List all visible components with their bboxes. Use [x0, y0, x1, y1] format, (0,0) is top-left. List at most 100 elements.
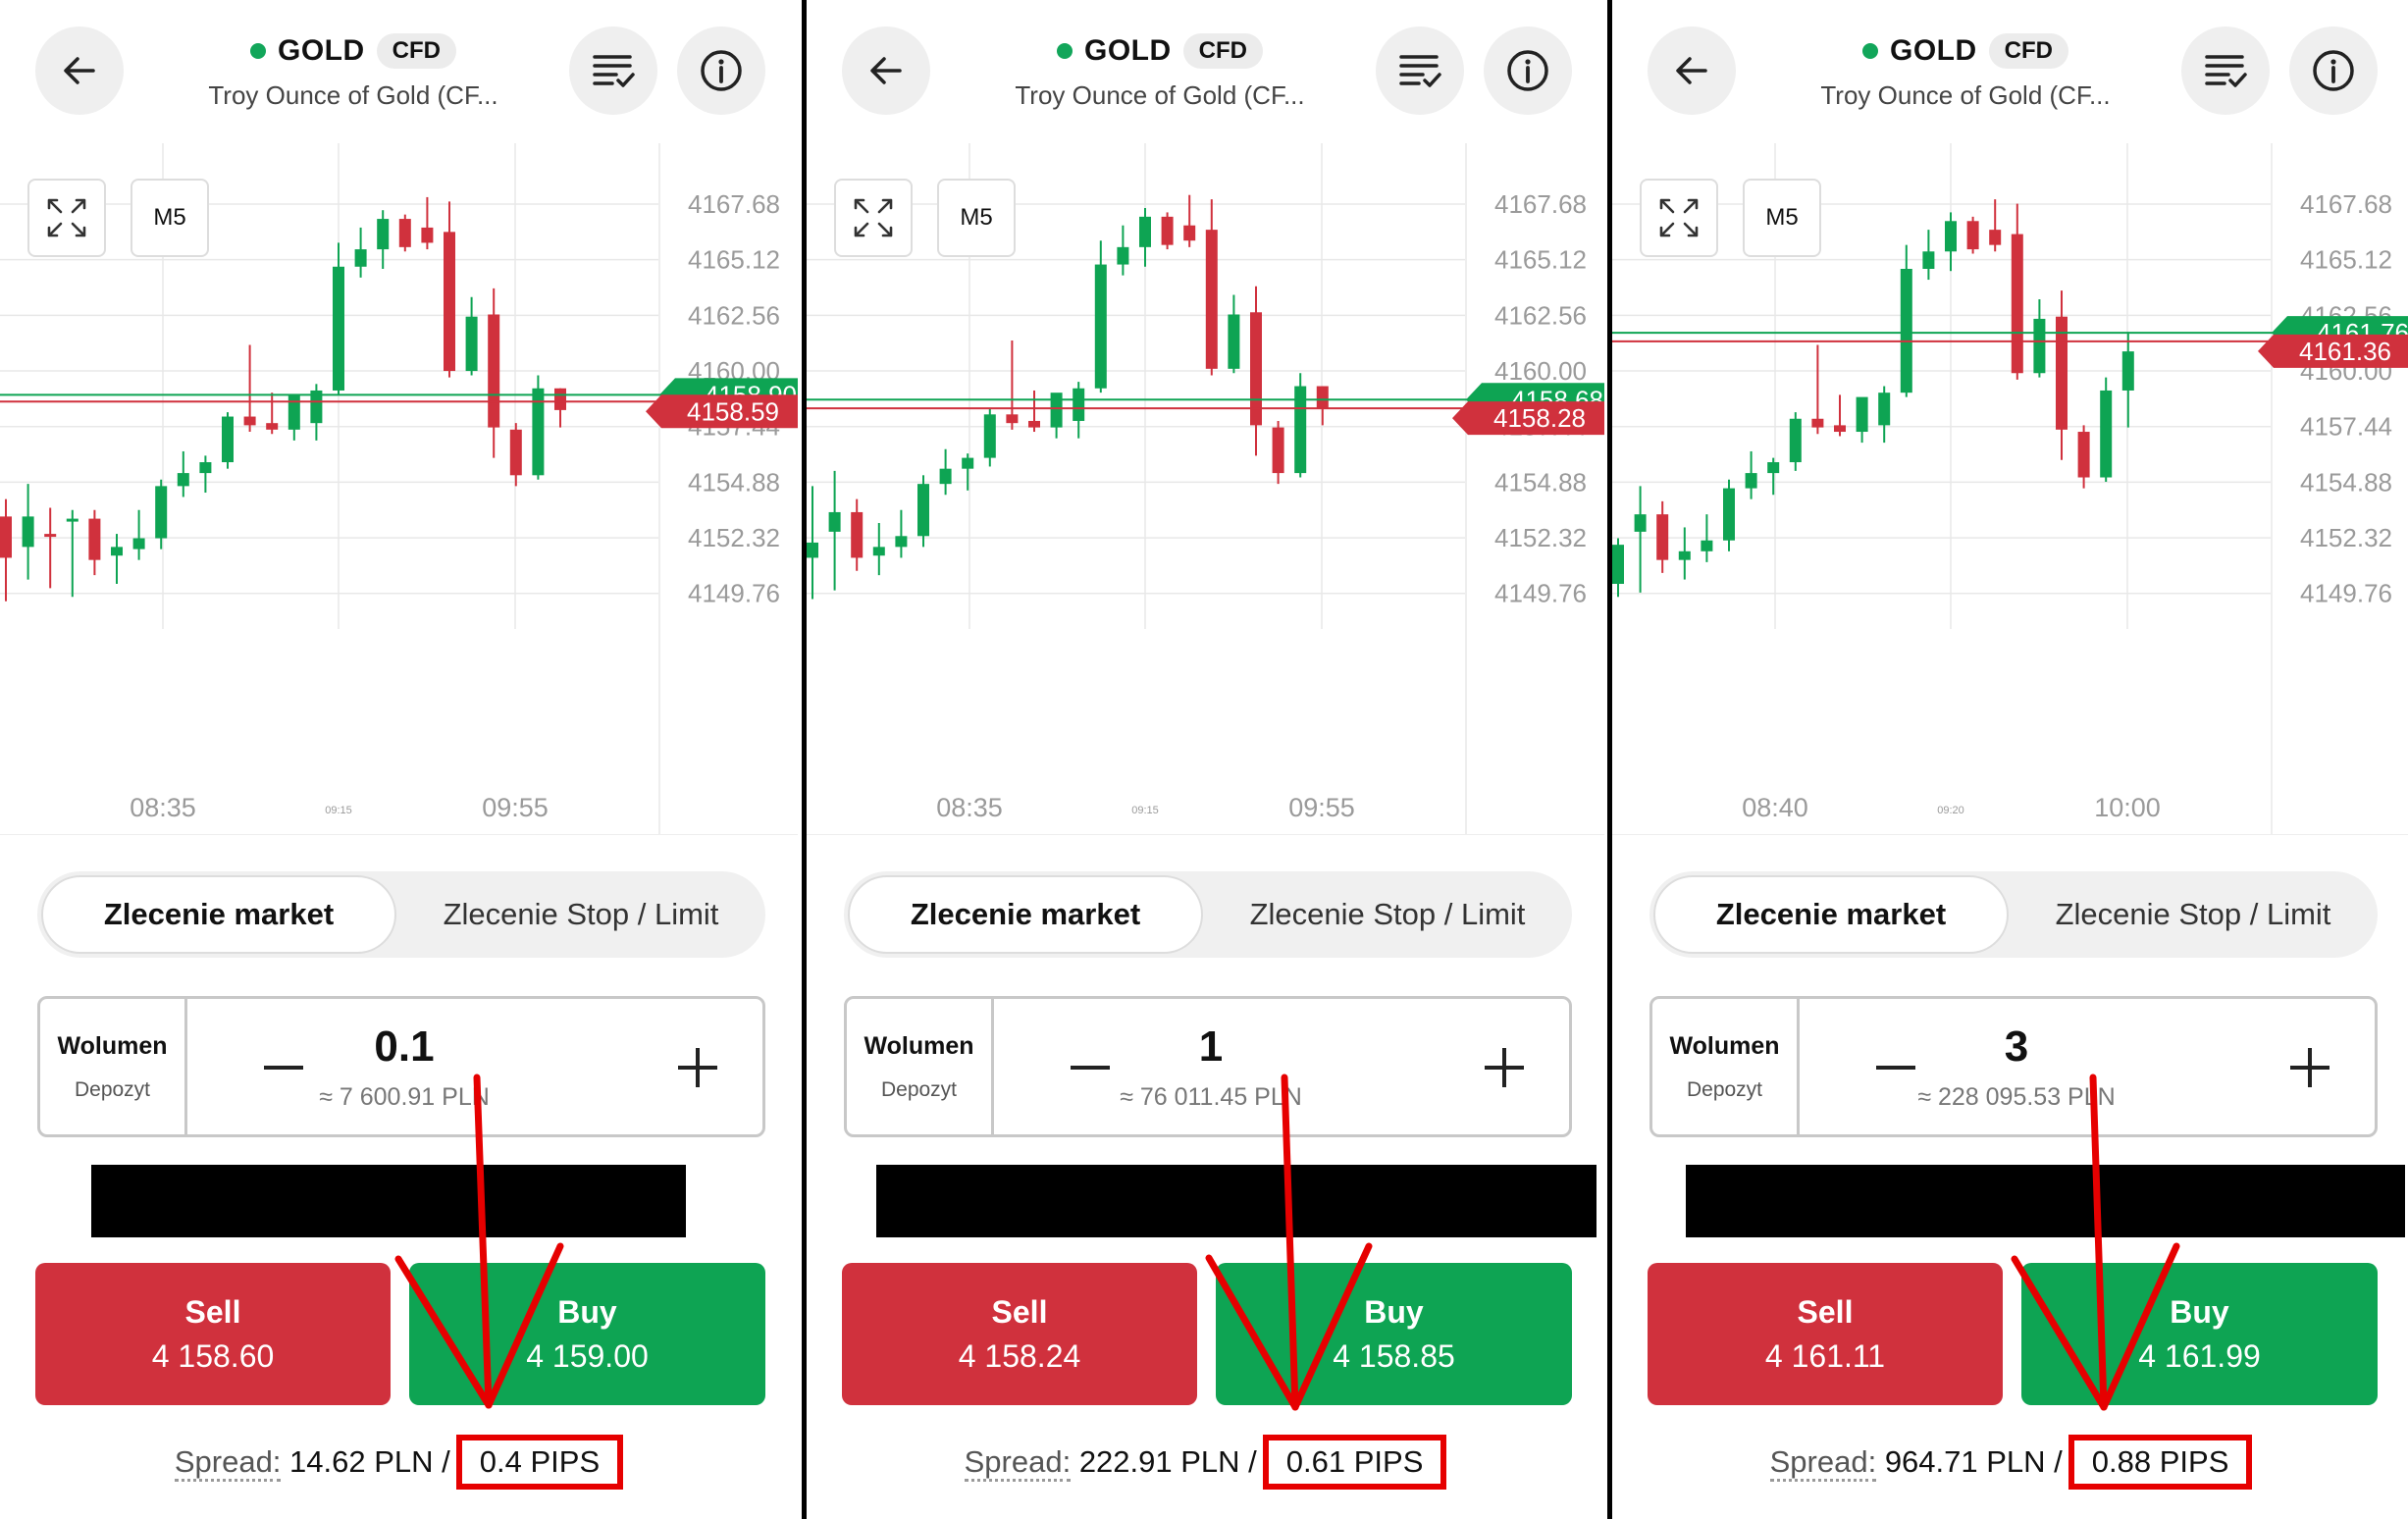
instrument-header: GOLD CFD Troy Ounce of Gold (CF...	[147, 29, 559, 111]
volume-stepper: Wolumen Depozyt 1 ≈ 76 011.45 PLN	[844, 996, 1572, 1137]
deposit-label: Depozyt	[74, 1077, 151, 1101]
deposit-value: ≈ 228 095.53 PLN	[1917, 1083, 2116, 1111]
candle-body	[377, 219, 390, 250]
volume-value[interactable]: 1	[994, 1022, 1428, 1072]
volume-label-cell: Wolumen Depozyt	[1652, 999, 1800, 1134]
time-label-left: 08:35	[936, 793, 1003, 822]
sell-button[interactable]: Sell 4 161.11	[1648, 1263, 2003, 1405]
candle-body	[1834, 425, 1846, 433]
spread-label[interactable]: Spread:	[174, 1444, 282, 1482]
spread-pips: 0.61 PIPS	[1285, 1444, 1424, 1479]
trade-panel-3: GOLD CFD Troy Ounce of Gold (CF... 4167.…	[1612, 0, 2408, 1519]
candle-body	[2100, 390, 2113, 478]
instrument-symbol: GOLD	[278, 34, 365, 67]
volume-value[interactable]: 0.1	[187, 1022, 621, 1072]
candle-body	[1050, 393, 1063, 428]
price-axis-label: 4167.68	[2300, 189, 2392, 219]
arrow-left-icon	[1676, 57, 1707, 84]
candle-body	[0, 516, 12, 558]
price-axis-label: 4165.12	[1494, 245, 1587, 275]
back-button[interactable]	[842, 26, 930, 115]
tab-stop-limit-order[interactable]: Zlecenie Stop / Limit	[1207, 875, 1568, 954]
sell-price: 4 158.60	[151, 1337, 275, 1374]
tab-market-order[interactable]: Zlecenie market	[1653, 875, 2009, 954]
buy-price: 4 161.99	[2138, 1337, 2261, 1374]
candle-body	[554, 388, 566, 410]
plus-icon	[1502, 1048, 1506, 1087]
expand-chart-button[interactable]	[834, 179, 913, 257]
expand-icon	[47, 198, 86, 237]
tab-market-order[interactable]: Zlecenie market	[41, 875, 396, 954]
price-chart[interactable]: 4167.684165.124162.564160.004157.444154.…	[0, 143, 798, 835]
watchlist-button[interactable]	[569, 26, 657, 115]
order-type-tabs: Zlecenie market Zlecenie Stop / Limit	[844, 871, 1572, 958]
candlestick-chart: 4167.684165.124162.564160.004157.444154.…	[1612, 143, 2408, 835]
price-chart[interactable]: 4167.684165.124162.564160.004157.444154.…	[1612, 143, 2408, 835]
volume-value[interactable]: 3	[1800, 1022, 2233, 1072]
price-axis-label: 4154.88	[688, 467, 780, 497]
timeframe-button[interactable]: M5	[1743, 179, 1821, 257]
buy-button[interactable]: Buy 4 159.00	[409, 1263, 765, 1405]
candle-body	[1678, 550, 1691, 560]
watchlist-button[interactable]	[2181, 26, 2270, 115]
expand-chart-button[interactable]	[27, 179, 106, 257]
watchlist-button[interactable]	[1376, 26, 1464, 115]
deposit-label: Depozyt	[880, 1077, 958, 1101]
info-button[interactable]	[2289, 26, 2378, 115]
price-axis-label: 4157.44	[2300, 412, 2392, 442]
panel-divider	[1607, 0, 1612, 1519]
candle-body	[962, 457, 974, 469]
candle-body	[288, 394, 300, 430]
candle-body	[895, 536, 908, 548]
info-button[interactable]	[677, 26, 765, 115]
deposit-value: ≈ 7 600.91 PLN	[319, 1083, 490, 1111]
price-chart[interactable]: 4167.684165.124162.564160.004157.444154.…	[807, 143, 1604, 835]
candle-body	[1922, 251, 1935, 269]
candle-body	[1989, 230, 2002, 245]
timeframe-button[interactable]: M5	[131, 179, 209, 257]
info-icon	[2313, 50, 2354, 91]
buy-button[interactable]: Buy 4 158.85	[1216, 1263, 1572, 1405]
instrument-name: Troy Ounce of Gold (CF...	[208, 80, 498, 110]
spread-value: 222.91 PLN	[1078, 1444, 1240, 1479]
candle-body	[1139, 216, 1151, 247]
info-button[interactable]	[1484, 26, 1572, 115]
back-button[interactable]	[1648, 26, 1736, 115]
sell-label: Sell	[184, 1293, 241, 1330]
volume-label-cell: Wolumen Depozyt	[40, 999, 187, 1134]
tab-stop-limit-order[interactable]: Zlecenie Stop / Limit	[400, 875, 761, 954]
spread-label[interactable]: Spread:	[1769, 1444, 1877, 1482]
buy-price: 4 158.85	[1333, 1337, 1455, 1374]
timeframe-button[interactable]: M5	[937, 179, 1016, 257]
candle-body	[1878, 393, 1891, 426]
expand-chart-button[interactable]	[1640, 179, 1718, 257]
volume-stepper: Wolumen Depozyt 3 ≈ 228 095.53 PLN	[1649, 996, 2378, 1137]
tab-stop-limit-order[interactable]: Zlecenie Stop / Limit	[2013, 875, 2374, 954]
sell-button[interactable]: Sell 4 158.60	[35, 1263, 391, 1405]
tab-market-order[interactable]: Zlecenie market	[848, 875, 1203, 954]
price-axis-label: 4149.76	[688, 579, 780, 608]
spread-value: 964.71 PLN	[1884, 1444, 2046, 1479]
sell-price: 4 158.24	[958, 1337, 1081, 1374]
sell-button[interactable]: Sell 4 158.24	[842, 1263, 1197, 1405]
spread-label[interactable]: Spread:	[964, 1444, 1072, 1482]
candle-body	[1612, 545, 1624, 585]
candle-body	[111, 547, 123, 556]
price-axis-label: 4160.00	[1494, 356, 1587, 386]
candle-body	[2121, 351, 2134, 391]
instrument-name: Troy Ounce of Gold (CF...	[1820, 80, 2111, 110]
candle-body	[851, 511, 864, 558]
candle-body	[1228, 314, 1240, 369]
plus-icon	[2308, 1048, 2312, 1087]
time-label-right: 09:55	[482, 793, 549, 822]
candle-body	[132, 538, 145, 550]
candle-body	[2033, 318, 2046, 374]
price-axis-label: 4167.68	[1494, 189, 1587, 219]
candle-body	[1945, 221, 1957, 252]
candle-body	[1205, 230, 1218, 369]
buy-button[interactable]: Buy 4 161.99	[2021, 1263, 2378, 1405]
candle-body	[66, 518, 79, 522]
back-button[interactable]	[35, 26, 124, 115]
spread-separator: /	[442, 1444, 450, 1479]
candle-body	[1656, 514, 1669, 560]
